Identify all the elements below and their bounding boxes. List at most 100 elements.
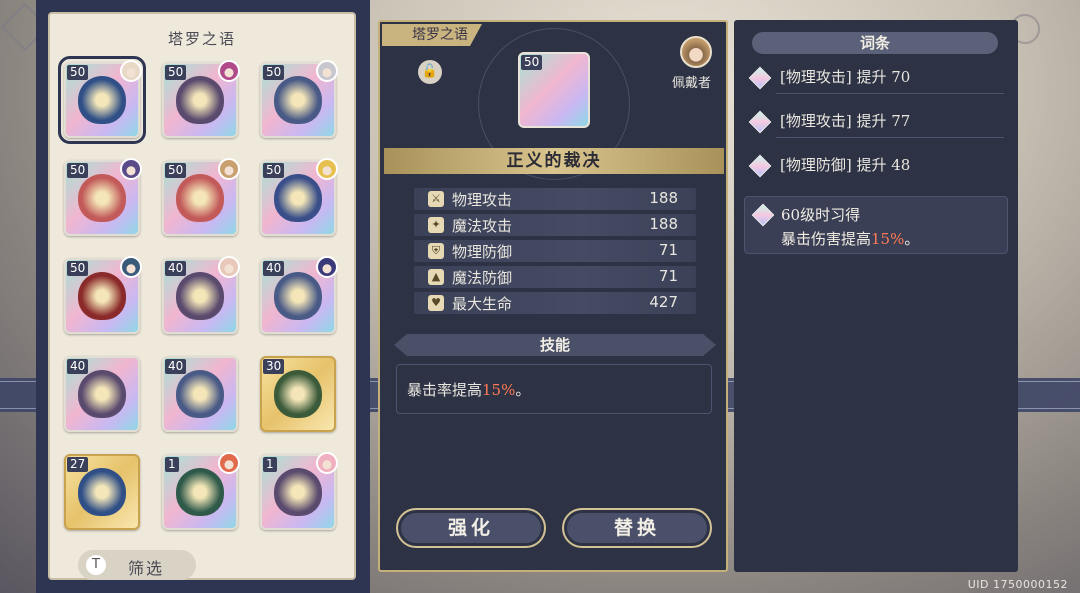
card-level: 1 bbox=[165, 457, 179, 472]
sword-icon: ⚔ bbox=[428, 191, 444, 207]
card-art-icon bbox=[78, 174, 126, 222]
stats-list: ⚔ 物理攻击 188 ✦ 魔法攻击 188 ⛨ 物理防御 71 ▲ 魔法防御 71 ♥ 最大生命 427 bbox=[414, 188, 696, 318]
trait-divider bbox=[776, 137, 1004, 138]
inventory-card[interactable]: 50 bbox=[260, 60, 338, 138]
inventory-card[interactable]: 1 bbox=[260, 452, 338, 530]
unlock-suffix: 。 bbox=[904, 230, 920, 248]
owner-avatar-icon bbox=[120, 158, 142, 180]
replace-button[interactable]: 替换 bbox=[562, 508, 712, 548]
stat-name: 魔法防御 bbox=[452, 269, 513, 287]
trait-text: [物理攻击] 提升 77 bbox=[780, 112, 911, 130]
inventory-card[interactable]: 40 bbox=[260, 256, 338, 334]
trait-item: [物理攻击] 提升 77 bbox=[748, 108, 1004, 138]
card-level: 40 bbox=[263, 261, 285, 276]
card-level: 50 bbox=[165, 163, 187, 178]
owner-avatar-icon bbox=[120, 60, 142, 82]
shield-icon: ⛨ bbox=[428, 243, 444, 259]
owner-avatar-icon bbox=[120, 256, 142, 278]
inventory-card[interactable]: 50 bbox=[162, 158, 240, 236]
stat-value: 71 bbox=[658, 267, 678, 285]
card-art-icon bbox=[78, 76, 126, 124]
card-level: 40 bbox=[165, 261, 187, 276]
skill-value: 15% bbox=[482, 381, 516, 399]
unlock-title: 60级时习得 bbox=[781, 206, 861, 224]
skill-text: 暴击率提高 bbox=[407, 381, 483, 399]
card-level: 50 bbox=[67, 163, 89, 178]
card-art-icon bbox=[274, 76, 322, 124]
card-level: 50 bbox=[165, 65, 187, 80]
inventory-card[interactable]: 30 bbox=[260, 356, 336, 432]
owner-avatar-icon bbox=[316, 452, 338, 474]
card-level: 40 bbox=[67, 359, 89, 374]
inventory-card[interactable]: 40 bbox=[64, 356, 140, 432]
card-art-icon bbox=[176, 468, 224, 516]
inventory-card[interactable]: 50 bbox=[64, 256, 142, 334]
card-art-icon bbox=[274, 174, 322, 222]
inventory-card[interactable]: 1 bbox=[162, 452, 240, 530]
skill-header-label: 技能 bbox=[539, 336, 570, 354]
card-art-icon bbox=[78, 272, 126, 320]
card-art-icon bbox=[274, 272, 322, 320]
skill-header: 技能 bbox=[394, 334, 716, 356]
enhance-button[interactable]: 强化 bbox=[396, 508, 546, 548]
stat-row: ⛨ 物理防御 71 bbox=[414, 240, 696, 262]
skill-suffix: 。 bbox=[515, 381, 531, 399]
card-name-bar: 正义的裁决 bbox=[384, 148, 724, 174]
owner-avatar-icon bbox=[218, 256, 240, 278]
card-art-icon bbox=[176, 272, 224, 320]
card-name: 正义的裁决 bbox=[506, 151, 602, 171]
user-id: UID 1750000152 bbox=[967, 578, 1068, 591]
detail-tag: 塔罗之语 bbox=[382, 24, 482, 46]
inventory-card[interactable]: 50 bbox=[58, 56, 146, 144]
card-art-icon bbox=[78, 468, 126, 516]
heart-icon: ♥ bbox=[428, 295, 444, 311]
selected-card-level: 50 bbox=[521, 55, 543, 70]
gem-icon bbox=[748, 154, 772, 178]
stat-row: ✦ 魔法攻击 188 bbox=[414, 214, 696, 236]
traits-panel: 词条 [物理攻击] 提升 70 [物理攻击] 提升 77 [物理防御] 提升 4… bbox=[734, 20, 1018, 572]
card-level: 50 bbox=[263, 163, 285, 178]
traits-header: 词条 bbox=[752, 32, 998, 54]
filter-button[interactable]: T 筛选 bbox=[78, 550, 196, 580]
owner-avatar-icon bbox=[316, 60, 338, 82]
stat-row: ▲ 魔法防御 71 bbox=[414, 266, 696, 288]
stat-value: 188 bbox=[649, 215, 678, 233]
inventory-card[interactable]: 50 bbox=[162, 60, 240, 138]
owner-avatar-icon bbox=[316, 256, 338, 278]
card-art-icon bbox=[176, 76, 224, 124]
wearer-label: 佩戴者 bbox=[672, 76, 712, 91]
trait-item: [物理防御] 提升 48 bbox=[748, 152, 1004, 182]
inventory-card[interactable]: 40 bbox=[162, 356, 238, 432]
unlock-value: 15% bbox=[871, 230, 905, 248]
card-art-icon bbox=[274, 468, 322, 516]
card-level: 50 bbox=[67, 261, 89, 276]
owner-avatar-icon bbox=[218, 60, 240, 82]
stat-name: 最大生命 bbox=[452, 295, 513, 313]
inventory-card[interactable]: 50 bbox=[260, 158, 338, 236]
trait-text: [物理攻击] 提升 70 bbox=[780, 68, 911, 86]
hat-icon: ▲ bbox=[428, 269, 444, 285]
trait-divider bbox=[776, 93, 1004, 94]
unlock-text: 暴击伤害提高 bbox=[781, 230, 872, 248]
trait-text: [物理防御] 提升 48 bbox=[780, 156, 911, 174]
card-art-icon bbox=[176, 370, 224, 418]
trait-item: [物理攻击] 提升 70 bbox=[748, 64, 1004, 94]
card-level: 50 bbox=[67, 65, 89, 80]
inventory-card[interactable]: 50 bbox=[64, 158, 142, 236]
inventory-card[interactable]: 40 bbox=[162, 256, 240, 334]
staff-icon: ✦ bbox=[428, 217, 444, 233]
inventory-card[interactable]: 27 bbox=[64, 454, 140, 530]
filter-icon: T bbox=[86, 555, 106, 575]
stat-value: 71 bbox=[658, 241, 678, 259]
owner-avatar-icon bbox=[218, 158, 240, 180]
owner-avatar-icon bbox=[316, 158, 338, 180]
card-level: 30 bbox=[263, 359, 285, 374]
unlock-trait: 60级时习得 暴击伤害提高15%。 bbox=[744, 196, 1008, 254]
wearer-avatar[interactable] bbox=[680, 36, 712, 68]
unlock-icon[interactable]: 🔓 bbox=[418, 60, 442, 84]
selected-card-image: 50 bbox=[518, 52, 590, 128]
gem-icon bbox=[748, 110, 772, 134]
card-art-icon bbox=[78, 370, 126, 418]
stat-name: 物理攻击 bbox=[452, 191, 513, 209]
gem-icon bbox=[748, 66, 772, 90]
